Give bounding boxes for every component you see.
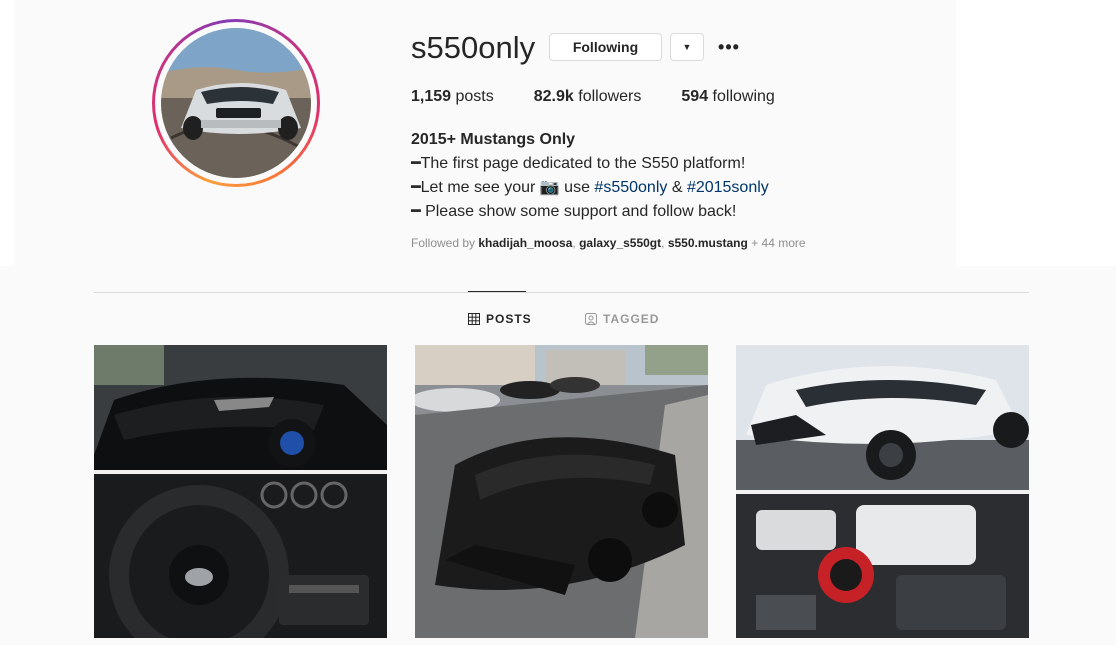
- followed-by[interactable]: Followed by khadijah_moosa, galaxy_s550g…: [411, 236, 806, 250]
- post-thumbnail[interactable]: [736, 345, 1029, 638]
- suggestions-dropdown-button[interactable]: ▼: [670, 33, 704, 61]
- avatar[interactable]: [152, 19, 320, 187]
- right-margin: [956, 0, 1116, 266]
- caret-down-icon: ▼: [682, 42, 692, 52]
- profile-full-name: 2015+ Mustangs Only: [411, 131, 576, 148]
- bio-line-3: ━ Please show some support and follow ba…: [411, 203, 737, 220]
- more-options-icon: •••: [718, 36, 740, 57]
- following-button[interactable]: Following: [549, 33, 662, 61]
- post-image-matte-black-mustang: [415, 345, 708, 638]
- follower-link[interactable]: galaxy_s550gt: [579, 236, 661, 250]
- camera-icon: 📷: [539, 179, 560, 196]
- hashtag-link-s550only[interactable]: #s550only: [594, 179, 667, 196]
- tab-posts[interactable]: POSTS: [468, 312, 532, 326]
- more-followers-link[interactable]: + 44 more: [748, 236, 805, 250]
- followers-stat[interactable]: 82.9k followers: [534, 88, 642, 106]
- grid-icon: [468, 313, 480, 325]
- bio-line-2: ━Let me see your 📷 use #s550only & #2015…: [411, 179, 769, 196]
- post-thumbnail[interactable]: [94, 345, 387, 638]
- tab-tagged[interactable]: TAGGED: [585, 312, 659, 326]
- hashtag-link-2015sonly[interactable]: #2015sonly: [687, 179, 769, 196]
- post-image-white-mustang-engine: [736, 345, 1029, 638]
- post-thumbnail[interactable]: [415, 345, 708, 638]
- followers-count: 82.9k: [533, 88, 574, 105]
- tab-tagged-label: TAGGED: [603, 312, 660, 326]
- profile-stats: 1,159 posts 82.9k followers 594 followin…: [411, 88, 815, 106]
- avatar-photo: [161, 28, 311, 178]
- tab-posts-label: POSTS: [486, 312, 532, 326]
- posts-count: 1,159: [411, 88, 452, 105]
- profile-username: s550only: [411, 30, 536, 65]
- posts-stat: 1,159 posts: [411, 88, 494, 106]
- tagged-icon: [585, 313, 597, 325]
- following-stat[interactable]: 594 following: [681, 88, 774, 106]
- profile-bio: 2015+ Mustangs Only ━The first page dedi…: [411, 128, 769, 224]
- post-image-black-mustang-interior: [94, 345, 387, 638]
- left-margin: [0, 0, 14, 266]
- following-count: 594: [681, 88, 709, 105]
- followers-label: followers: [578, 88, 642, 105]
- follower-link[interactable]: khadijah_moosa: [478, 236, 572, 250]
- posts-label: posts: [455, 88, 494, 105]
- following-label: following: [712, 88, 775, 105]
- more-options-button[interactable]: •••: [716, 33, 742, 61]
- tabs-divider: [94, 292, 1029, 293]
- follower-link[interactable]: s550.mustang: [668, 236, 748, 250]
- active-tab-indicator: [468, 291, 526, 292]
- bio-line-1: ━The first page dedicated to the S550 pl…: [411, 155, 746, 172]
